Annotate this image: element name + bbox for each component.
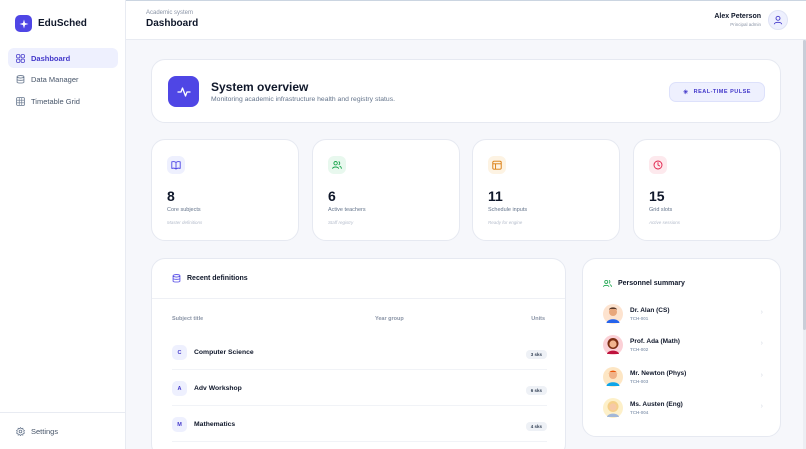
table-icon bbox=[16, 96, 25, 106]
avatar[interactable] bbox=[768, 10, 788, 30]
settings-label: Settings bbox=[31, 427, 59, 436]
sidebar-item-data-manager[interactable]: Data Manager bbox=[8, 70, 118, 90]
sidebar-item-label: Dashboard bbox=[31, 53, 71, 63]
personnel-title: Personnel summary bbox=[603, 279, 685, 288]
person-code: TCH-001 bbox=[630, 316, 649, 321]
units-badge: 4 sks bbox=[525, 422, 547, 431]
subject-badge: M bbox=[172, 417, 187, 432]
list-item[interactable]: Dr. Alan (CS) TCH-001 › bbox=[603, 304, 763, 326]
sidebar-item-label: Data Manager bbox=[31, 75, 79, 84]
calendar-icon bbox=[488, 156, 506, 174]
users-icon bbox=[328, 156, 346, 174]
stat-card-active-teachers[interactable]: 6 Active teachers Staff registry bbox=[312, 139, 460, 241]
stat-value: 15 bbox=[649, 188, 665, 204]
system-overview-card: System overview Monitoring academic infr… bbox=[151, 59, 781, 123]
sidebar-item-dashboard[interactable]: Dashboard bbox=[8, 48, 118, 68]
chevron-right-icon: › bbox=[760, 309, 763, 316]
avatar bbox=[603, 398, 623, 418]
units-badge: 6 sks bbox=[525, 386, 547, 395]
user-menu[interactable]: Alex Peterson Principal admin bbox=[714, 10, 788, 30]
personnel-title-label: Personnel summary bbox=[618, 280, 685, 287]
user-info: Alex Peterson Principal admin bbox=[714, 13, 761, 27]
recent-title: Recent definitions bbox=[172, 274, 248, 283]
recent-header: Recent definitions bbox=[152, 259, 565, 299]
user-name: Alex Peterson bbox=[714, 13, 761, 20]
chevron-right-icon: › bbox=[760, 340, 763, 347]
stat-value: 8 bbox=[167, 188, 175, 204]
overview-subtitle: Monitoring academic infrastructure healt… bbox=[211, 96, 395, 103]
person-name: Mr. Newton (Phys) bbox=[630, 370, 687, 377]
stat-label: Core subjects bbox=[167, 207, 201, 213]
stat-hint: Master definitions bbox=[167, 220, 203, 225]
stat-label: Grid slots bbox=[649, 207, 673, 213]
avatar bbox=[603, 335, 623, 355]
table-row[interactable]: A Adv Workshop 6 sks bbox=[172, 378, 547, 406]
stat-value: 6 bbox=[328, 188, 336, 204]
stat-hint: Staff registry bbox=[328, 220, 354, 225]
grid-icon bbox=[16, 53, 25, 63]
subject-badge: C bbox=[172, 345, 187, 360]
database-icon bbox=[172, 274, 181, 283]
subject-name: Adv Workshop bbox=[194, 385, 242, 392]
breadcrumb[interactable]: Academic system bbox=[146, 10, 193, 16]
list-item[interactable]: Mr. Newton (Phys) TCH-003 › bbox=[603, 367, 763, 389]
subject-badge: A bbox=[172, 381, 187, 396]
units-badge: 3 sks bbox=[525, 350, 547, 359]
person-name: Dr. Alan (CS) bbox=[630, 307, 670, 314]
pulse-icon: ✳ bbox=[683, 89, 689, 96]
subject-name: Mathematics bbox=[194, 421, 236, 428]
avatar bbox=[603, 367, 623, 387]
overview-title: System overview bbox=[211, 80, 309, 94]
column-header-subject: Subject title bbox=[172, 316, 204, 322]
stat-label: Active teachers bbox=[328, 207, 366, 213]
sparkle-icon bbox=[15, 15, 32, 32]
person-code: TCH-002 bbox=[630, 347, 649, 352]
chevron-right-icon: › bbox=[760, 403, 763, 410]
list-item[interactable]: Prof. Ada (Math) TCH-002 › bbox=[603, 335, 763, 357]
subject-name: Computer Science bbox=[194, 349, 254, 356]
chevron-right-icon: › bbox=[760, 372, 763, 379]
stat-label: Schedule inputs bbox=[488, 207, 528, 213]
stat-card-core-subjects[interactable]: 8 Core subjects Master definitions bbox=[151, 139, 299, 241]
activity-icon bbox=[168, 76, 199, 107]
sidebar: EduSched Dashboard Data Manager Timetabl… bbox=[0, 0, 126, 449]
database-icon bbox=[16, 75, 25, 84]
settings-button[interactable]: Settings bbox=[16, 427, 58, 436]
stat-hint: Active sessions bbox=[649, 220, 681, 225]
user-icon bbox=[773, 15, 783, 25]
pulse-label: REAL-TIME PULSE bbox=[693, 89, 751, 95]
page-title: Dashboard bbox=[146, 18, 199, 29]
clock-icon bbox=[649, 156, 667, 174]
column-header-units: Units bbox=[531, 316, 545, 322]
list-item[interactable]: Ms. Austen (Eng) TCH-004 › bbox=[603, 398, 763, 420]
sidebar-item-timetable-grid[interactable]: Timetable Grid bbox=[8, 91, 118, 111]
brand-name: EduSched bbox=[38, 18, 87, 29]
column-header-year: Year group bbox=[375, 316, 404, 322]
users-icon bbox=[603, 279, 612, 288]
sidebar-item-label: Timetable Grid bbox=[31, 96, 80, 106]
header: Academic system Dashboard Alex Peterson … bbox=[126, 0, 806, 40]
recent-definitions-card: Recent definitions Subject title Year gr… bbox=[151, 258, 566, 449]
sidebar-footer: Settings bbox=[0, 412, 126, 436]
sidebar-nav: Dashboard Data Manager Timetable Grid bbox=[8, 48, 118, 113]
person-name: Ms. Austen (Eng) bbox=[630, 401, 683, 408]
gear-icon bbox=[16, 427, 25, 436]
recent-title-label: Recent definitions bbox=[187, 275, 248, 282]
personnel-summary-card: Personnel summary Dr. Alan (CS) TCH-001 … bbox=[582, 258, 781, 437]
real-time-pulse-button[interactable]: ✳ REAL-TIME PULSE bbox=[669, 82, 765, 102]
book-icon bbox=[167, 156, 185, 174]
brand[interactable]: EduSched bbox=[15, 15, 87, 32]
table-row[interactable]: C Computer Science 3 sks bbox=[172, 342, 547, 370]
avatar bbox=[603, 304, 623, 324]
person-code: TCH-004 bbox=[630, 410, 649, 415]
stat-card-schedule-inputs[interactable]: 11 Schedule inputs Ready for engine bbox=[472, 139, 620, 241]
stat-card-grid-slots[interactable]: 15 Grid slots Active sessions bbox=[633, 139, 781, 241]
stat-value: 11 bbox=[488, 188, 503, 204]
user-role: Principal admin bbox=[730, 22, 761, 27]
table-row[interactable]: M Mathematics 4 sks bbox=[172, 414, 547, 442]
person-name: Prof. Ada (Math) bbox=[630, 338, 680, 345]
person-code: TCH-003 bbox=[630, 379, 649, 384]
stat-hint: Ready for engine bbox=[488, 220, 523, 225]
